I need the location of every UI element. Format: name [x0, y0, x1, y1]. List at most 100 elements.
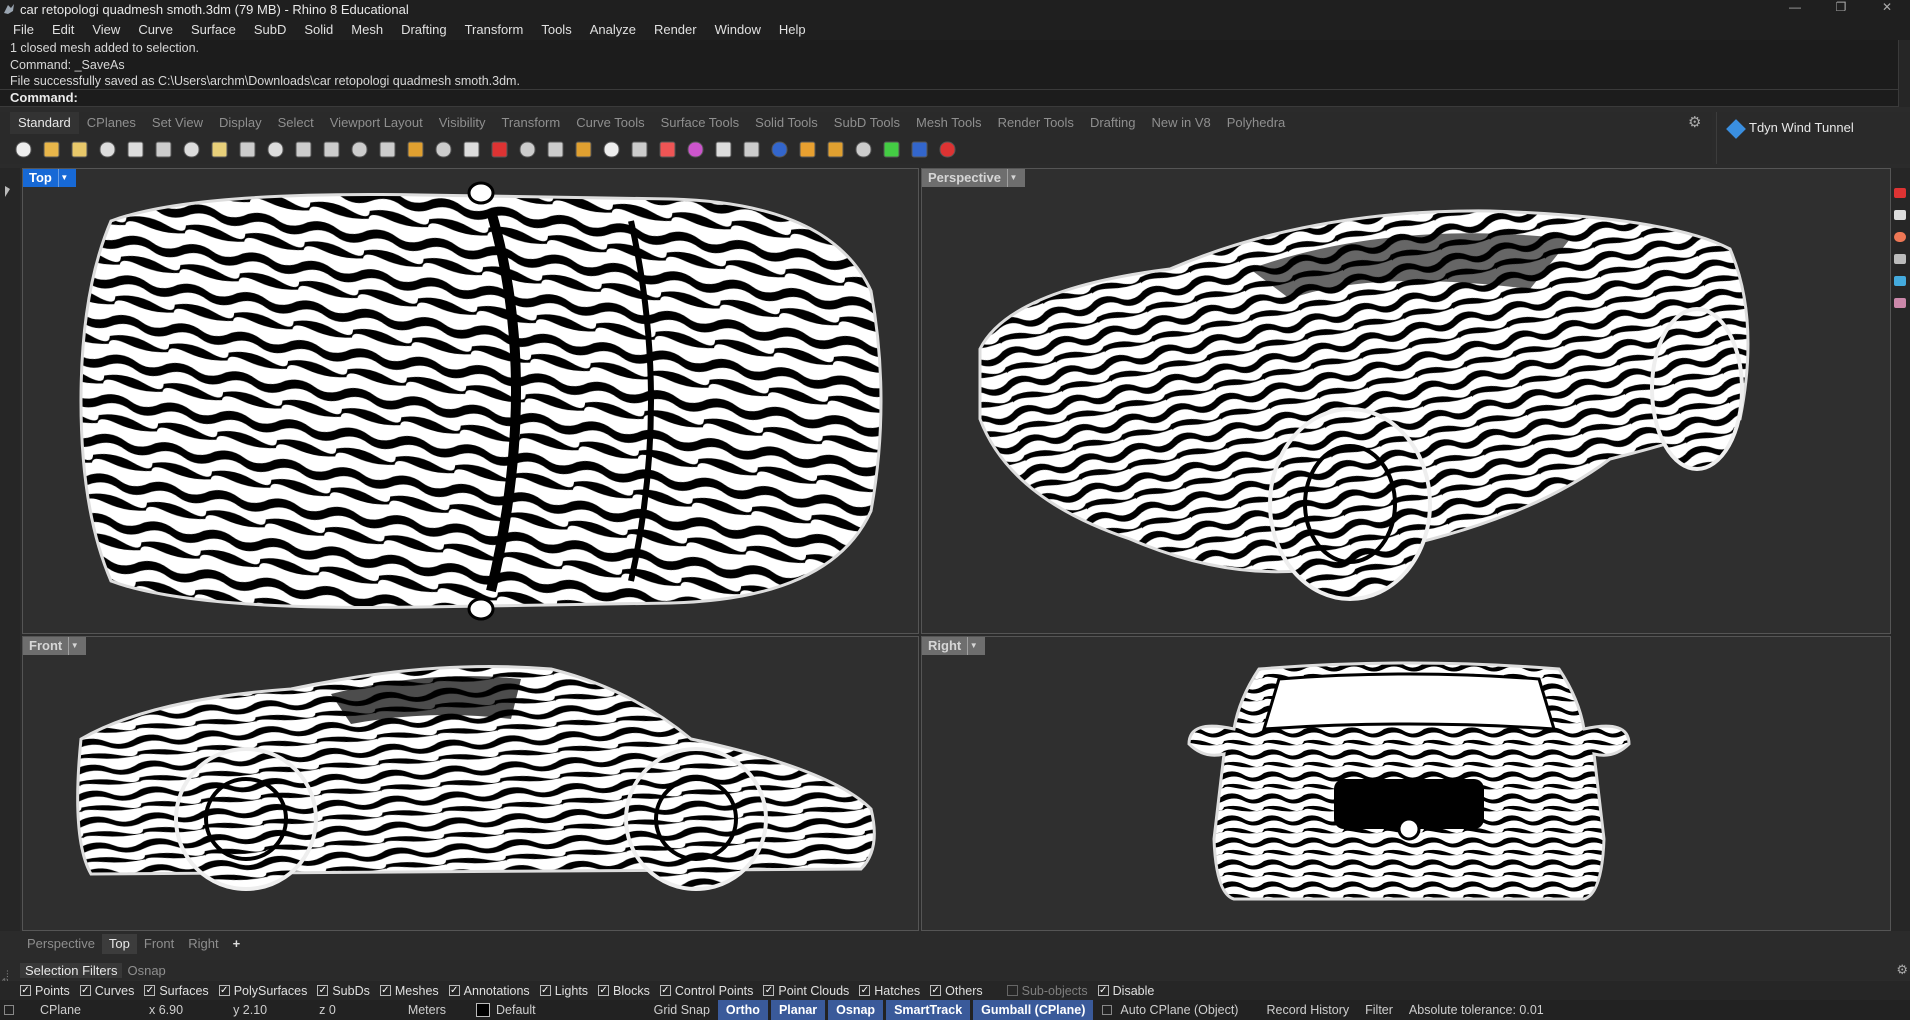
menu-surface[interactable]: Surface [182, 22, 245, 37]
tab-surface-tools[interactable]: Surface Tools [653, 112, 748, 134]
chat-icon[interactable] [936, 138, 959, 161]
viewport-tab-front[interactable]: Front [137, 934, 181, 954]
zoom-selected-icon[interactable] [404, 138, 427, 161]
import-icon[interactable] [124, 138, 147, 161]
pan-icon[interactable] [264, 138, 287, 161]
tab-solid-tools[interactable]: Solid Tools [747, 112, 826, 134]
tab-standard[interactable]: Standard [10, 112, 79, 134]
filter-curves[interactable]: ✓ Curves [79, 984, 134, 998]
car-mesh-top[interactable] [71, 181, 901, 621]
layer-icon[interactable] [656, 138, 679, 161]
menu-mesh[interactable]: Mesh [342, 22, 392, 37]
maximize-button[interactable]: ❐ [1818, 0, 1864, 18]
tab-subd-tools[interactable]: SubD Tools [826, 112, 908, 134]
viewport-right[interactable]: Right ▼ [921, 636, 1891, 931]
filter-sub-objects[interactable]: Sub-objects [1006, 984, 1088, 998]
cplane-indicator[interactable]: CPlane [32, 1003, 141, 1017]
car-icon[interactable] [488, 138, 511, 161]
filter-lights[interactable]: ✓ Lights [539, 984, 588, 998]
checkbox[interactable]: ✓ [763, 985, 775, 996]
cplane-icon[interactable] [544, 138, 567, 161]
tab-drafting[interactable]: Drafting [1082, 112, 1144, 134]
zoom-window-icon[interactable] [348, 138, 371, 161]
close-button[interactable]: ✕ [1864, 0, 1910, 18]
tab-transform[interactable]: Transform [493, 112, 568, 134]
tab-selection-filters[interactable]: Selection Filters [20, 962, 123, 978]
tab-viewport-layout[interactable]: Viewport Layout [322, 112, 431, 134]
environment-icon[interactable] [880, 138, 903, 161]
tab-set-view[interactable]: Set View [144, 112, 211, 134]
tab-mesh-tools[interactable]: Mesh Tools [908, 112, 990, 134]
menu-edit[interactable]: Edit [43, 22, 83, 37]
viewport-right-label[interactable]: Right ▼ [922, 637, 986, 655]
material-sphere-icon[interactable] [712, 138, 735, 161]
render-icon[interactable] [1894, 232, 1906, 242]
record-history-toggle[interactable]: Record History [1246, 1003, 1357, 1017]
tab-polyhedra[interactable]: Polyhedra [1219, 112, 1294, 134]
color-wheel-icon[interactable] [684, 138, 707, 161]
checkbox[interactable]: ✓ [1097, 985, 1109, 996]
help-panel-icon[interactable] [1894, 298, 1906, 308]
menu-render[interactable]: Render [645, 22, 706, 37]
checkbox[interactable]: ✓ [448, 985, 460, 996]
filter-blocks[interactable]: ✓ Blocks [598, 984, 650, 998]
viewport-front-label[interactable]: Front ▼ [23, 637, 87, 655]
open-icon[interactable] [40, 138, 63, 161]
auto-cplane-label[interactable]: Auto CPlane (Object) [1112, 1003, 1246, 1017]
planar-toggle[interactable]: Planar [770, 1000, 826, 1020]
menu-transform[interactable]: Transform [456, 22, 533, 37]
menu-view[interactable]: View [83, 22, 129, 37]
status-panel-icon[interactable] [4, 1005, 14, 1015]
menu-curve[interactable]: Curve [129, 22, 182, 37]
chevron-down-icon[interactable]: ▼ [967, 637, 979, 655]
named-view-icon[interactable] [516, 138, 539, 161]
osnap-toggle[interactable]: Osnap [828, 1000, 884, 1020]
checkbox[interactable]: ✓ [20, 985, 31, 996]
print-icon[interactable] [96, 138, 119, 161]
new-icon[interactable] [12, 138, 35, 161]
menu-solid[interactable]: Solid [295, 22, 342, 37]
osnap-icon[interactable] [572, 138, 595, 161]
checkbox[interactable]: ✓ [859, 985, 871, 996]
help-icon[interactable] [908, 138, 931, 161]
tab-curve-tools[interactable]: Curve Tools [568, 112, 652, 134]
plugin-label[interactable]: Tdyn Wind Tunnel [1749, 120, 1854, 135]
checkbox[interactable]: ✓ [539, 985, 551, 996]
gear-icon[interactable]: ⚙ [1896, 962, 1908, 978]
grid-snap-toggle[interactable]: Grid Snap [646, 1003, 718, 1017]
smarttrack-toggle[interactable]: SmartTrack [886, 1000, 971, 1020]
viewport-tab-top[interactable]: Top [101, 934, 137, 954]
menu-drafting[interactable]: Drafting [392, 22, 456, 37]
checkbox[interactable]: ✓ [317, 985, 329, 996]
checkbox[interactable]: ✓ [659, 985, 671, 996]
filter-control-points[interactable]: ✓ Control Points [659, 984, 753, 998]
viewport-tab-perspective[interactable]: Perspective [20, 934, 102, 954]
viewport-top[interactable]: Top ▼ [22, 168, 919, 634]
lock-icon[interactable] [628, 138, 651, 161]
render-icon[interactable] [796, 138, 819, 161]
car-mesh-front[interactable] [71, 659, 901, 919]
rotate-icon[interactable] [432, 138, 455, 161]
units-indicator[interactable]: Meters [400, 1003, 476, 1017]
libraries-icon[interactable] [1894, 276, 1906, 286]
tab-new-in-v8[interactable]: New in V8 [1143, 112, 1218, 134]
filter-others[interactable]: ✓ Others [930, 984, 983, 998]
filter-subds[interactable]: ✓ SubDs [317, 984, 370, 998]
viewport-layout-icon[interactable] [460, 138, 483, 161]
checkbox[interactable]: ✓ [598, 985, 610, 996]
menu-subd[interactable]: SubD [245, 22, 296, 37]
properties-icon[interactable] [1894, 188, 1906, 198]
gumball-toggle[interactable]: Gumball (CPlane) [973, 1000, 1094, 1020]
dimension-icon[interactable] [852, 138, 875, 161]
select-arrow-icon[interactable] [5, 186, 10, 197]
command-scrollbar[interactable] [1898, 40, 1910, 107]
filter-meshes[interactable]: ✓ Meshes [379, 984, 439, 998]
checkbox[interactable]: ✓ [218, 985, 230, 996]
layer-color-swatch[interactable] [476, 1003, 491, 1017]
viewport-perspective-label[interactable]: Perspective ▼ [922, 169, 1025, 187]
current-layer[interactable]: Default [496, 1003, 646, 1017]
checkbox[interactable]: ✓ [79, 985, 91, 996]
filter-point-clouds[interactable]: ✓ Point Clouds [763, 984, 849, 998]
menu-analyze[interactable]: Analyze [581, 22, 645, 37]
checkbox[interactable]: ✓ [379, 985, 391, 996]
